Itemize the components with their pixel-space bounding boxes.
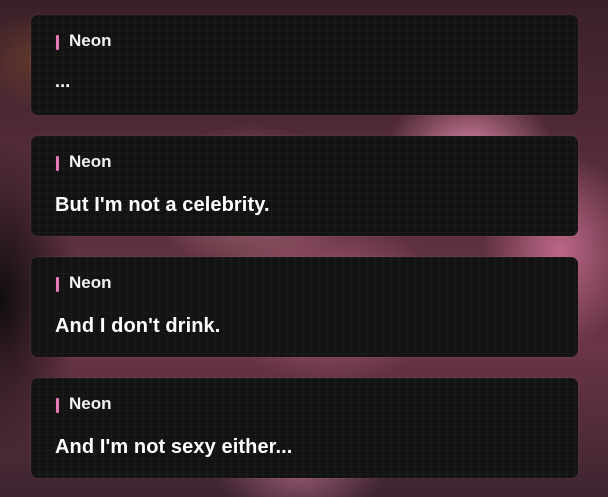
- dialogue-text: And I'm not sexy either...: [55, 436, 293, 458]
- speaker-tag: Neon: [56, 152, 112, 172]
- dialogue-text: But I'm not a celebrity.: [55, 194, 270, 216]
- dialogue-entry: Neon And I don't drink.: [31, 257, 578, 357]
- speaker-accent-bar: [56, 398, 59, 413]
- dialogue-text: And I don't drink.: [55, 315, 221, 337]
- speaker-tag: Neon: [56, 394, 112, 414]
- speaker-name: Neon: [69, 273, 112, 292]
- speaker-name: Neon: [69, 394, 112, 413]
- dialogue-entry: Neon But I'm not a celebrity.: [31, 136, 578, 236]
- speaker-tag: Neon: [56, 31, 112, 51]
- speaker-name: Neon: [69, 152, 112, 171]
- speaker-accent-bar: [56, 277, 59, 292]
- dialogue-entry: Neon ...: [31, 15, 578, 115]
- dialogue-entry: Neon And I'm not sexy either...: [31, 378, 578, 478]
- dialogue-text: ...: [55, 71, 71, 91]
- speaker-name: Neon: [69, 31, 112, 50]
- speaker-accent-bar: [56, 156, 59, 171]
- speaker-tag: Neon: [56, 273, 112, 293]
- speaker-accent-bar: [56, 35, 59, 50]
